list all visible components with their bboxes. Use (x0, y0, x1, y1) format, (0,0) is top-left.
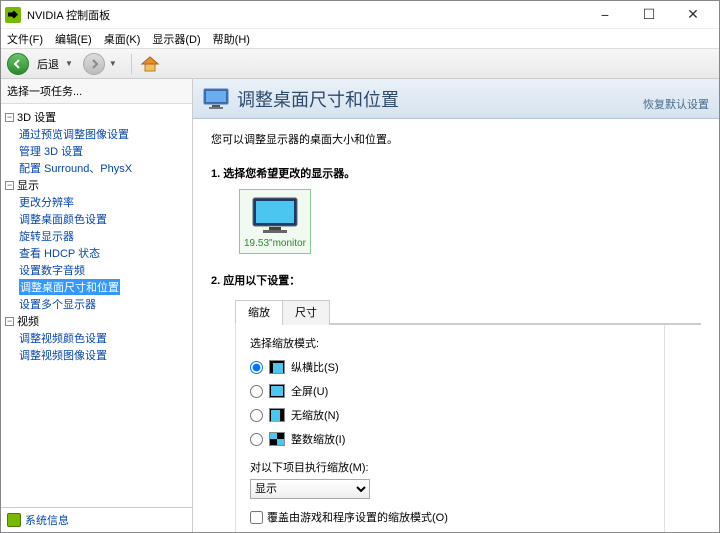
tab-scale[interactable]: 缩放 (235, 300, 283, 325)
tree-item-audio[interactable]: 设置数字音频 (19, 265, 85, 277)
sidebar: 选择一项任务... −3D 设置 通过预览调整图像设置 管理 3D 设置 配置 … (1, 79, 193, 532)
tree-item-rotate[interactable]: 旋转显示器 (19, 231, 74, 243)
tree-item-resolution[interactable]: 更改分辨率 (19, 197, 74, 209)
system-info-link[interactable]: 系统信息 (25, 512, 69, 528)
radio-integer-label[interactable]: 整数缩放(I) (291, 431, 345, 447)
back-button[interactable] (7, 53, 29, 75)
page-title: 调整桌面尺寸和位置 (237, 86, 643, 112)
tab-bar: 缩放 尺寸 (235, 298, 701, 325)
tree-item-manage-3d[interactable]: 管理 3D 设置 (19, 146, 83, 158)
scale-mode-label: 选择缩放模式: (250, 335, 650, 351)
tree-category-3d: 3D 设置 (17, 112, 56, 124)
scale-target-label: 对以下项目执行缩放(M): (250, 459, 650, 475)
monitor-label: 19.53"monitor (244, 238, 306, 249)
tree-category-video: 视频 (17, 316, 39, 328)
menu-bar: 文件(F) 编辑(E) 桌面(K) 显示器(D) 帮助(H) (1, 29, 719, 49)
nvidia-icon (5, 7, 21, 23)
radio-no-scaling-label[interactable]: 无缩放(N) (291, 407, 339, 423)
header-monitor-icon (203, 88, 229, 110)
sidebar-header: 选择一项任务... (1, 79, 192, 104)
aspect-icon (269, 360, 285, 374)
scale-target-select[interactable]: 显示 (250, 479, 370, 499)
menu-display[interactable]: 显示器(D) (152, 31, 200, 47)
title-bar: NVIDIA 控制面板 − ☐ ✕ (1, 1, 719, 29)
override-label[interactable]: 覆盖由游戏和程序设置的缩放模式(O) (267, 509, 448, 525)
radio-integer[interactable] (250, 433, 263, 446)
override-checkbox[interactable] (250, 511, 263, 524)
expand-icon[interactable]: − (5, 317, 14, 326)
tree-item-multi-display[interactable]: 设置多个显示器 (19, 299, 96, 311)
main-panel: 调整桌面尺寸和位置 恢复默认设置 您可以调整显示器的桌面大小和位置。 1. 选择… (193, 79, 719, 532)
restore-defaults-link[interactable]: 恢复默认设置 (643, 96, 709, 112)
step2-label: 2. 应用以下设置： (211, 272, 701, 288)
window-title: NVIDIA 控制面板 (27, 7, 583, 23)
tab-content-scale: 选择缩放模式: 纵横比(S) 全屏(U) 无缩放(N) (235, 325, 665, 532)
tab-size[interactable]: 尺寸 (282, 300, 330, 325)
radio-fullscreen-label[interactable]: 全屏(U) (291, 383, 328, 399)
radio-no-scaling[interactable] (250, 409, 263, 422)
expand-icon[interactable]: − (5, 181, 14, 190)
radio-aspect-label[interactable]: 纵横比(S) (291, 359, 339, 375)
toolbar: 后退 ▼ ▼ (1, 49, 719, 79)
tree-item-preview[interactable]: 通过预览调整图像设置 (19, 129, 129, 141)
tree-category-display: 显示 (17, 180, 39, 192)
tree-item-desktop-color[interactable]: 调整桌面颜色设置 (19, 214, 107, 226)
expand-icon[interactable]: − (5, 113, 14, 122)
menu-desktop[interactable]: 桌面(K) (104, 31, 141, 47)
main-header: 调整桌面尺寸和位置 恢复默认设置 (193, 79, 719, 119)
tree-item-video-color[interactable]: 调整视频颜色设置 (19, 333, 107, 345)
task-tree: −3D 设置 通过预览调整图像设置 管理 3D 设置 配置 Surround、P… (1, 104, 192, 507)
monitor-selector[interactable]: 19.53"monitor (239, 189, 311, 254)
menu-file[interactable]: 文件(F) (7, 31, 43, 47)
tree-item-video-image[interactable]: 调整视频图像设置 (19, 350, 107, 362)
home-button[interactable] (140, 55, 160, 73)
integer-icon (269, 432, 285, 446)
maximize-button[interactable]: ☐ (627, 1, 671, 29)
radio-aspect[interactable] (250, 361, 263, 374)
back-history-dropdown[interactable]: ▼ (65, 59, 73, 68)
tree-item-hdcp[interactable]: 查看 HDCP 状态 (19, 248, 100, 260)
fullscreen-icon (269, 384, 285, 398)
forward-history-dropdown[interactable]: ▼ (109, 59, 117, 68)
monitor-icon (251, 196, 299, 236)
minimize-button[interactable]: − (583, 1, 627, 29)
system-info-icon (7, 513, 21, 527)
no-scaling-icon (269, 408, 285, 422)
close-button[interactable]: ✕ (671, 1, 715, 29)
page-description: 您可以调整显示器的桌面大小和位置。 (211, 131, 701, 147)
forward-button (83, 53, 105, 75)
tree-item-surround[interactable]: 配置 Surround、PhysX (19, 163, 132, 175)
step1-label: 1. 选择您希望更改的显示器。 (211, 165, 701, 181)
tree-item-desktop-size[interactable]: 调整桌面尺寸和位置 (19, 279, 120, 295)
radio-fullscreen[interactable] (250, 385, 263, 398)
menu-edit[interactable]: 编辑(E) (55, 31, 92, 47)
back-label: 后退 (37, 56, 59, 72)
menu-help[interactable]: 帮助(H) (213, 31, 250, 47)
